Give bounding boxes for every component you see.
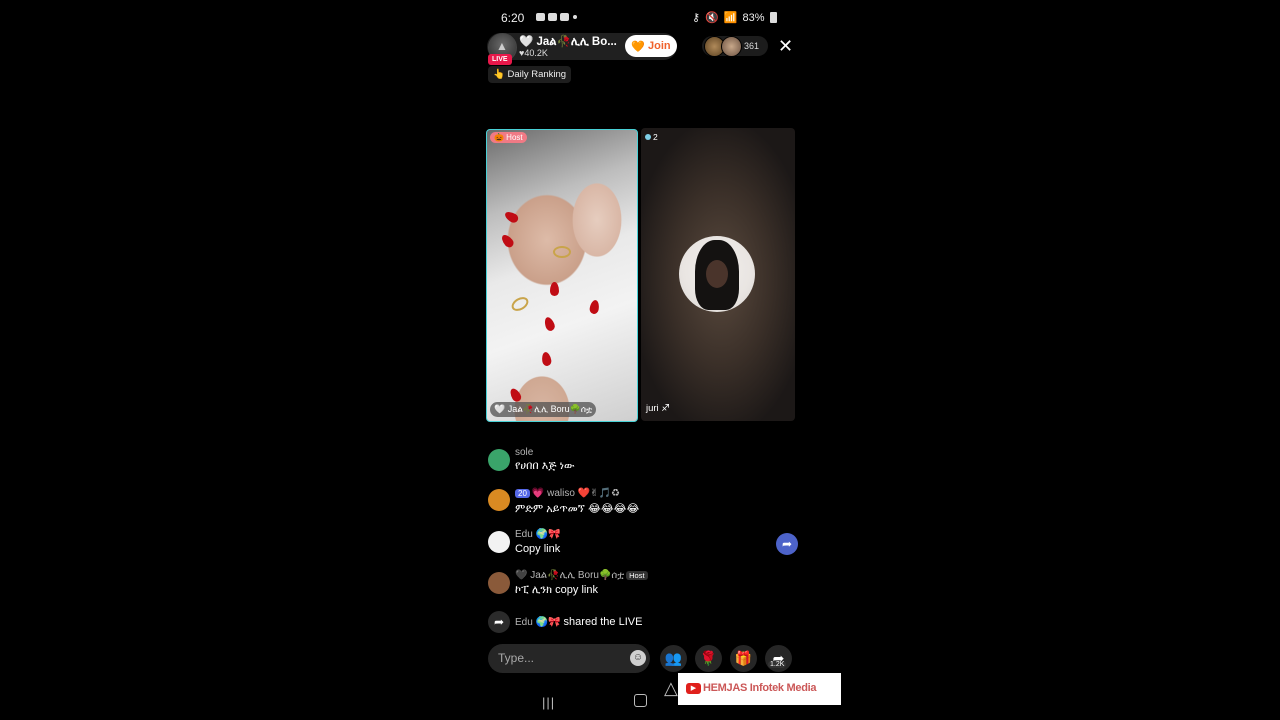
share-arrow-icon[interactable]: ➦ [776, 533, 798, 555]
gift-icon[interactable]: 🎁 [730, 645, 757, 672]
home-icon[interactable] [634, 694, 647, 707]
commenter-name-row[interactable]: 🖤 Jaል🥀ሊሊ Boru🌳ሰቷ Host [515, 570, 648, 581]
youtube-icon-2 [560, 13, 569, 21]
comment-placeholder: Type... [498, 651, 535, 665]
more-notifications-dot [573, 15, 577, 19]
video-detail [540, 351, 553, 367]
watermark-logo-icon: △ [664, 678, 678, 698]
top-viewer-avatar-2[interactable] [721, 36, 742, 57]
guest-avatar[interactable] [679, 236, 755, 312]
share-count: 1.2K [768, 661, 787, 668]
video-detail [588, 299, 601, 315]
join-button[interactable]: 🧡 Join [625, 35, 677, 57]
status-time: 6:20 [501, 11, 525, 25]
guest-number: 2 [645, 132, 658, 142]
commenter-name[interactable]: Edu 🌍🎀 [515, 529, 560, 540]
commenter-name[interactable]: sole [515, 447, 533, 458]
watermark-text: HEMJAS Infotek Media [703, 682, 817, 694]
guest-video-tile[interactable]: 2 juri ♐ [641, 128, 795, 421]
battery-icon [769, 12, 777, 23]
video-detail [542, 315, 557, 333]
join-heart-icon: 🧡 [631, 40, 646, 53]
comment-item[interactable] [488, 449, 510, 471]
host-badge: Host [626, 571, 648, 580]
guest-name: juri ♐ [646, 403, 670, 414]
close-icon[interactable]: ✕ [778, 36, 793, 57]
host-tile-name: 🤍 Jaል🥀ሊሊ Boru🌳ሰቷ [490, 402, 597, 417]
mute-icon: 🔇 [705, 12, 719, 24]
video-detail [509, 294, 531, 314]
viewer-count[interactable]: 361 [744, 41, 759, 51]
commenter-avatar[interactable] [488, 531, 510, 553]
youtube-icon [548, 13, 557, 21]
commenter-avatar[interactable] [488, 572, 510, 594]
host-likes: ♥40.2K [519, 48, 548, 58]
comment-text: Copy link [515, 543, 561, 555]
commenter-name-row[interactable]: 20 💗 waliso ❤️✌🎵♻ [515, 488, 620, 499]
level-badge: 20 [515, 489, 530, 498]
comment-text: ምድም አይጥመኘ 😂😂😂😂 [515, 503, 640, 515]
notification-icons [536, 13, 569, 21]
shared-event: Edu 🌍🎀 shared the LIVE [515, 616, 642, 628]
tiktok-live-screen: 6:20 ⚷ 🔇 📶 83% LIVE 🤍 Jaል🥀ሊሊ Bo... ♥40.2… [480, 0, 800, 720]
video-detail [499, 232, 516, 250]
video-detail [503, 209, 520, 225]
youtube-logo-icon: ▶ [686, 683, 701, 694]
guest-request-icon[interactable]: 👥 [660, 645, 687, 672]
comment-item[interactable] [488, 531, 510, 553]
comment-item[interactable] [488, 489, 510, 511]
commenter-name: 🖤 Jaል🥀ሊሊ Boru🌳ሰቷ [515, 570, 625, 581]
emoji-icon[interactable]: ☺ [630, 650, 646, 666]
commenter-avatar[interactable] [488, 449, 510, 471]
commenter-name: 💗 waliso ❤️✌🎵♻ [531, 488, 620, 499]
share-icon: ➦ [488, 611, 510, 633]
video-detail [553, 246, 571, 258]
avatar-image-face [706, 260, 728, 288]
commenter-avatar[interactable] [488, 489, 510, 511]
comment-text: ኮፒ ሊንክ copy link [515, 584, 598, 596]
daily-ranking-button[interactable]: 👆 Daily Ranking [488, 66, 572, 83]
rose-gift-icon[interactable]: 🌹 [695, 645, 722, 672]
battery-percent: 83% [742, 11, 765, 24]
key-icon: ⚷ [692, 12, 701, 24]
join-label: Join [648, 40, 671, 52]
wifi-icon: 📶 [723, 12, 738, 24]
video-detail [550, 282, 559, 296]
host-name[interactable]: 🤍 Jaል🥀ሊሊ Bo... [519, 34, 617, 49]
comment-text: የሀበበ እጅ ነው [515, 460, 575, 472]
system-status: ⚷ 🔇 📶 83% [692, 11, 777, 24]
shared-user[interactable]: Edu 🌍🎀 [515, 617, 560, 628]
gmail-icon [536, 13, 545, 21]
live-badge: LIVE [488, 54, 512, 65]
host-video-tile[interactable]: 🎃 Host 🤍 Jaል🥀ሊሊ Boru🌳ሰቷ [486, 129, 638, 422]
host-tag: 🎃 Host [490, 132, 527, 143]
shared-action: shared the LIVE [563, 616, 643, 628]
video-detail [508, 386, 523, 404]
comment-item[interactable] [488, 572, 510, 594]
recent-apps-icon[interactable]: ||| [542, 695, 555, 710]
